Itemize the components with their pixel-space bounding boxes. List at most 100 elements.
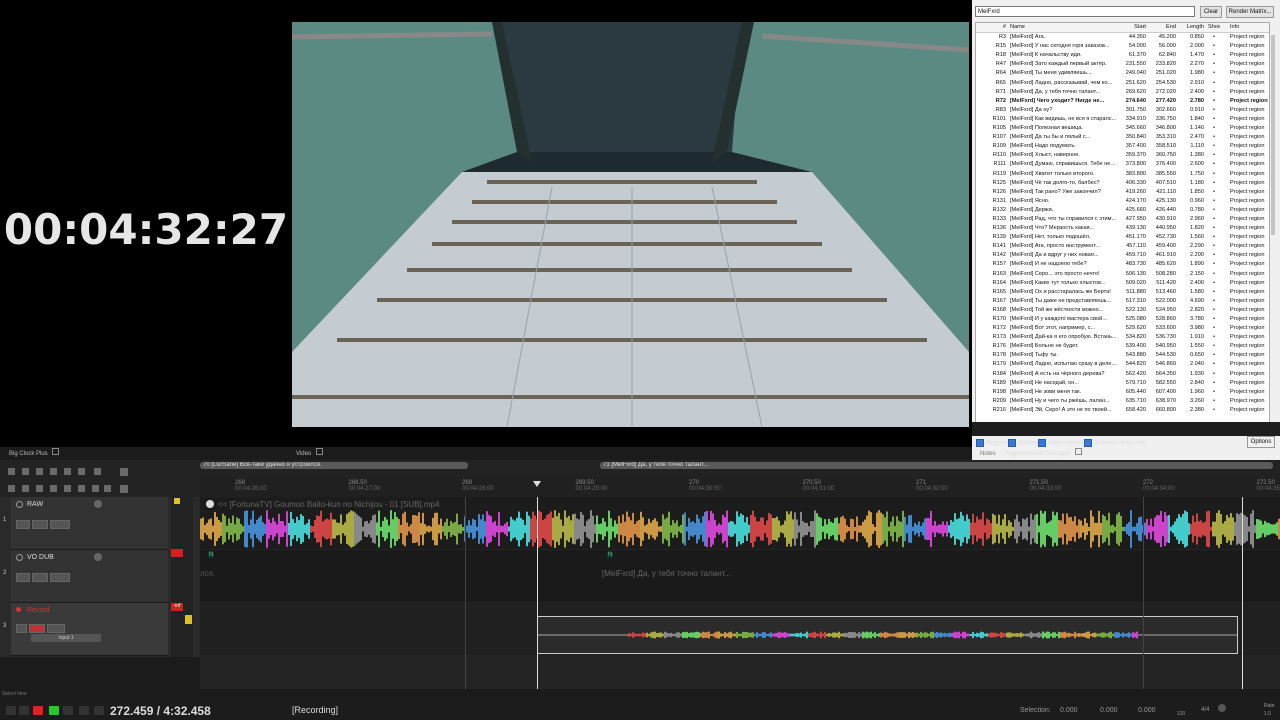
edit-cursor[interactable]: [1242, 497, 1243, 689]
table-row[interactable]: R65 [MelFxrd] Ладно, рассказывай, чем ко.…: [976, 79, 1269, 88]
col-info[interactable]: Info: [1230, 23, 1268, 32]
time-signature[interactable]: 4/4: [1201, 707, 1209, 713]
table-row[interactable]: R133 [MelFxrd] Рад, что ты справился с эт…: [976, 215, 1269, 224]
selection-length[interactable]: 0.000: [1138, 707, 1156, 714]
option-regions[interactable]: Regions: [976, 439, 1008, 447]
table-row[interactable]: R163 [MelFxrd] Серо... это просто нечто! 5…: [976, 270, 1269, 279]
table-row[interactable]: R83 [MelFxrd] Да ну? 301.750 302.660 0.910 • P…: [976, 106, 1269, 115]
table-row[interactable]: R132 [MelFxrd] Держи. 425.660 426.440 0.780 •…: [976, 206, 1269, 215]
tab-notes[interactable]: Notes: [980, 451, 996, 457]
table-row[interactable]: R136 [MelFxrd] Что? Мерзость какая... 439.…: [976, 224, 1269, 233]
table-row[interactable]: R110 [MelFxrd] Хлыст, наверное. 359.370 360…: [976, 151, 1269, 160]
table-row[interactable]: R105 [MelFxrd] Полезная вешица. 345.660 346…: [976, 124, 1269, 133]
input-select[interactable]: Input 1: [31, 634, 101, 642]
video-tab[interactable]: Video: [292, 448, 972, 460]
repeat-icon[interactable]: [63, 706, 73, 715]
table-row[interactable]: R47 [MelFxrd] Зато каждый первый актёр. 23…: [976, 60, 1269, 69]
rewind-icon[interactable]: [19, 706, 29, 715]
table-row[interactable]: R107 [MelFxrd] Да ты бы и пялый с... 350.8…: [976, 133, 1269, 142]
table-row[interactable]: R109 [MelFxrd] Надо подумать. 357.400 358.5…: [976, 142, 1269, 151]
selection-start[interactable]: 0.000: [1060, 707, 1078, 714]
item-lock-icon[interactable]: [206, 500, 214, 508]
table-row[interactable]: R131 [MelFxrd] Ясно. 424.170 425.130 0.960 • P…: [976, 197, 1269, 206]
table-row[interactable]: R119 [MelFxrd] Хватит только второго. 383.…: [976, 170, 1269, 179]
col-length[interactable]: Length: [1178, 23, 1204, 32]
table-row[interactable]: R216 [MelFxrd] Эй, Серо! А это не по твое…: [976, 406, 1269, 415]
timeline-ruler[interactable]: 268 00:04:26:00 268.50 00:04:27:00 269 00:04:…: [200, 478, 1280, 498]
fx-button[interactable]: [47, 624, 65, 633]
col-show[interactable]: Show: [1208, 23, 1220, 32]
col-start[interactable]: Start: [1118, 23, 1146, 32]
table-row[interactable]: R176 [MelFxrd] Больно не будет. 539.400 540…: [976, 342, 1269, 351]
raw-waveform[interactable]: [200, 509, 1280, 549]
fx-button[interactable]: [50, 573, 70, 582]
volume-knob[interactable]: [94, 500, 102, 508]
track-name[interactable]: RAW: [27, 501, 43, 508]
filter-input[interactable]: MelFxrd: [975, 6, 1195, 17]
track-raw[interactable]: 1 RAW: [3, 497, 168, 550]
option-take-markers[interactable]: Take markers: [1038, 439, 1084, 447]
solo-button[interactable]: [32, 520, 48, 529]
table-row[interactable]: R125 [MelFxrd] Чё так долго-то, балбес? 40…: [976, 179, 1269, 188]
playhead-triangle-icon[interactable]: [533, 481, 541, 487]
table-row[interactable]: R198 [MelFxrd] Не зови меня так. 605.440 60…: [976, 388, 1269, 397]
table-row[interactable]: R164 [MelFxrd] Каких тут только хлыстов..…: [976, 279, 1269, 288]
fx-button[interactable]: [50, 520, 70, 529]
toolbar-icon-set[interactable]: [6, 466, 131, 496]
table-row[interactable]: R64 [MelFxrd] Ты меня удивляешь... 249.040…: [976, 69, 1269, 78]
table-row[interactable]: R139 [MelFxrd] Нет, только подошёл. 451.17…: [976, 233, 1269, 242]
solo-button[interactable]: [29, 624, 45, 633]
arrange-view[interactable]: << [FortunaTV] Goumon Baito-kun no Nichi…: [200, 497, 1280, 689]
table-scrollbar[interactable]: [1271, 35, 1275, 235]
col-name[interactable]: Name: [1010, 23, 1118, 32]
render-matrix-button[interactable]: Render Matrix...: [1226, 6, 1274, 18]
table-row[interactable]: R71 [MelFxrd] Да, у тебя точно талант... 2…: [976, 88, 1269, 97]
selection-end[interactable]: 0.000: [1100, 707, 1118, 714]
recording-item[interactable]: [537, 616, 1238, 654]
rate-value[interactable]: 1.0: [1264, 711, 1271, 717]
big-clock-tab[interactable]: Big Clock Plus: [0, 448, 292, 460]
table-row[interactable]: R15 [MelFxrd] У нас сегодня горя заказов.…: [976, 42, 1269, 51]
option-selected-only[interactable]: Selected items only: [1084, 439, 1146, 447]
record-button-icon[interactable]: [33, 706, 43, 715]
stop-icon[interactable]: [94, 706, 104, 715]
solo-indicator[interactable]: [185, 615, 192, 624]
playhead[interactable]: [537, 497, 538, 689]
option-markers[interactable]: Markers: [1008, 439, 1040, 447]
table-row[interactable]: R142 [MelFxrd] Да и вдруг у них новая... 4…: [976, 251, 1269, 260]
track-name[interactable]: Record: [27, 607, 50, 614]
take-marker-icon[interactable]: N: [607, 552, 614, 558]
track-name[interactable]: VO DUB: [27, 554, 54, 561]
pause-icon[interactable]: [79, 706, 89, 715]
play-button-icon[interactable]: [49, 706, 59, 715]
volume-knob[interactable]: [94, 553, 102, 561]
go-start-icon[interactable]: [6, 706, 16, 715]
table-row[interactable]: R189 [MelFxrd] Не наседай, он... 579.710 58…: [976, 379, 1269, 388]
table-row[interactable]: R72 [MelFxrd] Чего уходит? Нигде не... 274…: [976, 97, 1269, 106]
tab-region-manager[interactable]: Region/Marker Manager: [1005, 451, 1070, 457]
close-tab-icon[interactable]: [315, 448, 323, 455]
table-row[interactable]: R179 [MelFxrd] Ладно, испытаю сразу в дел…: [976, 360, 1269, 369]
record-arm-icon[interactable]: [16, 607, 21, 612]
table-row[interactable]: R178 [MelFxrd] Тьфу ты. 543.880 544.530 0.65…: [976, 351, 1269, 360]
table-row[interactable]: R209 [MelFxrd] Ну и чего ты ржёшь, лалан.…: [976, 397, 1269, 406]
table-row[interactable]: R157 [MelFxrd] И не надоело тебе? 483.730 4…: [976, 260, 1269, 269]
track-vo-dub[interactable]: 2 VO DUB: [3, 550, 168, 603]
table-row[interactable]: R173 [MelFxrd] Дай-ка я его опробую. Вста…: [976, 333, 1269, 342]
region-71[interactable]: 71 [MelFxrd] Да, у тебя точно талант...: [600, 462, 1273, 469]
region-70[interactable]: 70 [Liv/Sane] Всё-таки удачно я устроилс…: [200, 462, 468, 469]
table-row[interactable]: R167 [MelFxrd] Ты даже не представляешь..…: [976, 297, 1269, 306]
table-row[interactable]: R101 [MelFxrd] Как видишь, не вся я стара…: [976, 115, 1269, 124]
table-row[interactable]: R172 [MelFxrd] Вот этот, например, с... 52…: [976, 324, 1269, 333]
options-button[interactable]: Options: [1247, 436, 1275, 448]
table-row[interactable]: R126 [MelFxrd] Так рано? Уже закончил? 419…: [976, 188, 1269, 197]
table-row[interactable]: R168 [MelFxrd] Той же жёсткости можно... 5…: [976, 306, 1269, 315]
record-arm-icon[interactable]: [16, 501, 23, 508]
take-marker-icon[interactable]: N: [208, 552, 215, 558]
close-tab-icon[interactable]: [1074, 448, 1082, 455]
mute-button[interactable]: [16, 520, 30, 529]
table-row[interactable]: R111 [MelFxrd] Думаю, справишься. Тебе не…: [976, 160, 1269, 169]
clear-button[interactable]: Clear: [1200, 6, 1222, 18]
table-row[interactable]: R170 [MelFxrd] И у каждого мастера свой..…: [976, 315, 1269, 324]
track-record[interactable]: 3 Record Input 1: [3, 603, 168, 656]
